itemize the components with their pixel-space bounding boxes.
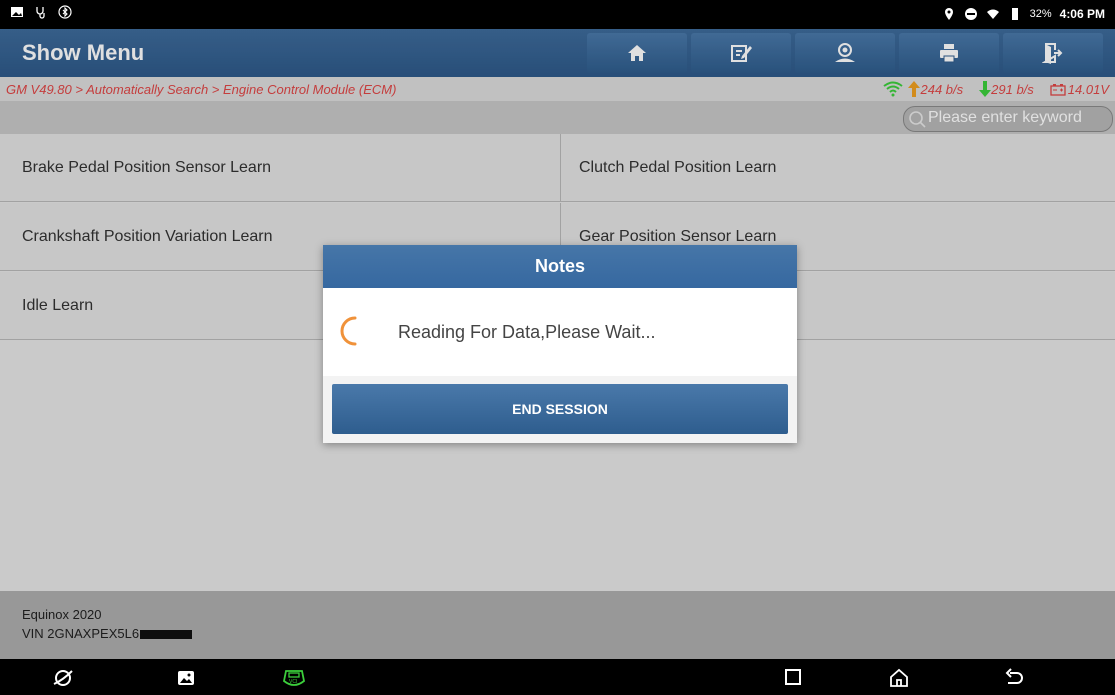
do-not-disturb-icon — [964, 8, 977, 20]
vci-connector-icon[interactable]: VCI — [282, 667, 306, 689]
browser-icon[interactable] — [52, 667, 74, 689]
back-icon[interactable] — [1003, 667, 1025, 689]
dialog-title: Notes — [323, 245, 797, 288]
home-nav-icon[interactable] — [888, 667, 910, 689]
bluetooth-icon — [58, 5, 72, 19]
location-icon — [944, 8, 953, 20]
stethoscope-icon — [36, 7, 45, 19]
dialog-message: Reading For Data,Please Wait... — [398, 322, 656, 342]
battery-percent: 32% — [1029, 8, 1052, 20]
end-session-button[interactable]: END SESSION — [332, 384, 788, 434]
recent-apps-icon[interactable] — [783, 667, 803, 687]
battery-icon — [1011, 8, 1018, 20]
loading-spinner-icon — [340, 316, 357, 346]
svg-text:VCI: VCI — [289, 679, 297, 685]
notes-dialog: Notes Reading For Data,Please Wait... EN… — [323, 245, 797, 443]
status-bar: 32% 4:06 PM — [0, 0, 1115, 29]
image-notification-icon — [11, 7, 23, 17]
clock: 4:06 PM — [1059, 7, 1105, 21]
system-nav-bar: VCI — [0, 659, 1115, 695]
wifi-icon — [986, 9, 999, 19]
dialog-body: Reading For Data,Please Wait... — [323, 288, 797, 376]
gallery-icon[interactable] — [175, 667, 197, 689]
